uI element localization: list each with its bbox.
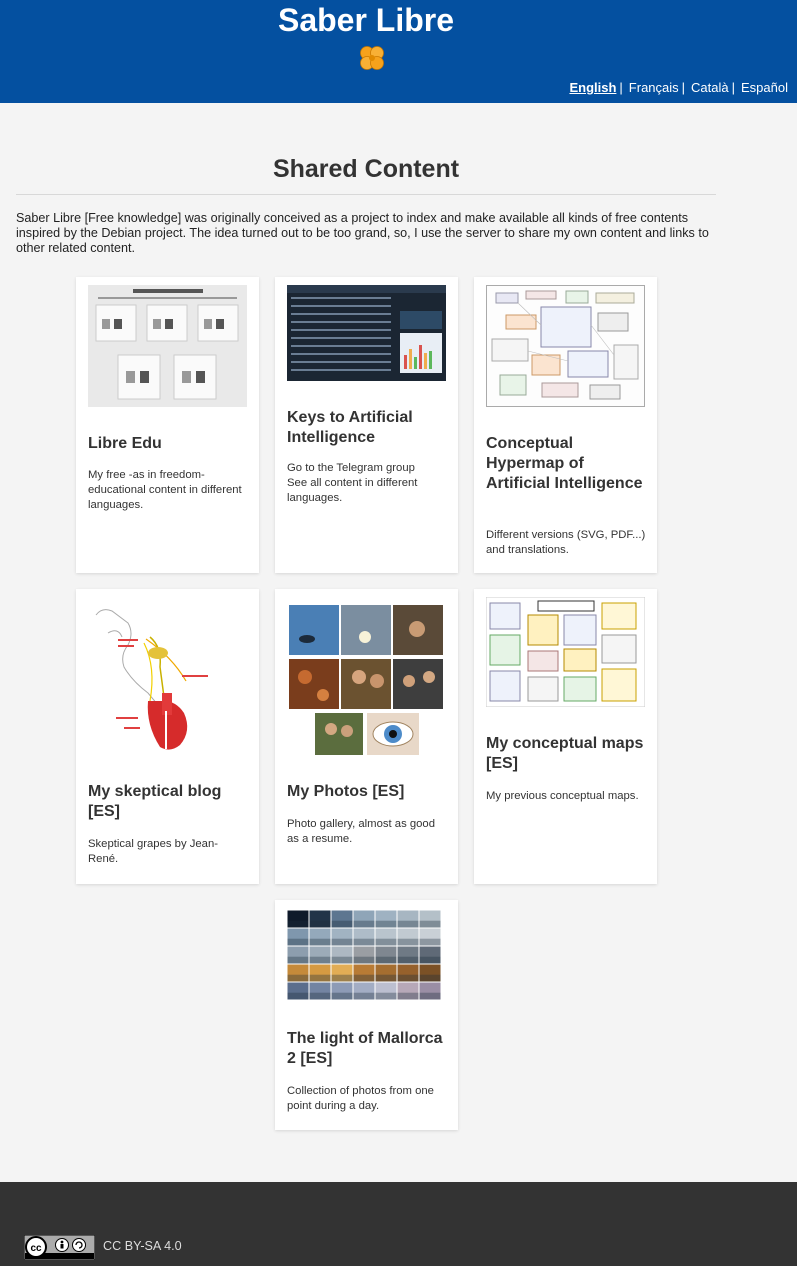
site-title[interactable]: Saber Libre xyxy=(0,2,732,38)
lang-espanol[interactable]: Español xyxy=(741,80,788,95)
card-title[interactable]: Libre Edu xyxy=(88,434,247,454)
site-header: Saber Libre English | Français | Català | Espa… xyxy=(0,0,797,103)
card-conceptual-hypermap-ai[interactable]: Conceptual Hypermap of Artificial Intell… xyxy=(474,277,657,573)
language-switcher: English | Français | Català | Español xyxy=(569,80,788,95)
card-thumbnail[interactable] xyxy=(486,285,645,407)
intro-text: Saber Libre [Free knowledge] was origina… xyxy=(16,211,709,255)
card-title[interactable]: My skeptical blog [ES] xyxy=(88,782,247,822)
card-my-conceptual-maps[interactable]: My conceptual maps [ES] My previous conc… xyxy=(474,589,657,884)
title-divider xyxy=(16,194,716,195)
card-description: My previous conceptual maps. xyxy=(486,790,639,802)
card-description: See all content in different languages. xyxy=(287,477,418,504)
site-footer: cc CC BY-SA 4.0 xyxy=(0,1182,797,1266)
card-skeptical-blog[interactable]: My skeptical blog [ES] Skeptical grapes … xyxy=(76,589,259,884)
lang-francais[interactable]: Français xyxy=(629,80,679,95)
lang-english[interactable]: English xyxy=(569,80,616,95)
card-title[interactable]: My conceptual maps [ES] xyxy=(486,734,645,774)
cc-by-sa-license-icon[interactable]: cc xyxy=(24,1235,95,1260)
card-description: Collection of photos from one point duri… xyxy=(287,1085,434,1112)
card-light-of-mallorca-2[interactable]: The light of Mallorca 2 [ES] Collection … xyxy=(275,900,458,1130)
card-title[interactable]: My Photos [ES] xyxy=(287,782,446,802)
page-title: Shared Content xyxy=(272,155,460,183)
card-my-photos[interactable]: My Photos [ES] Photo gallery, almost as … xyxy=(275,589,458,884)
flower-logo-icon[interactable] xyxy=(359,45,385,71)
card-title[interactable]: The light of Mallorca 2 [ES] xyxy=(287,1029,446,1069)
card-description: Different versions (SVG, PDF...) and tra… xyxy=(486,529,646,556)
card-description: My free -as in freedom- educational cont… xyxy=(88,469,242,511)
card-thumbnail[interactable] xyxy=(88,285,247,407)
card-keys-to-ai[interactable]: Keys to Artificial Intelligence Go to th… xyxy=(275,277,458,573)
lang-catala[interactable]: Català xyxy=(691,80,729,95)
card-title[interactable]: Keys to Artificial Intelligence xyxy=(287,408,446,448)
card-thumbnail[interactable] xyxy=(88,597,247,757)
svg-text:cc: cc xyxy=(30,1243,42,1254)
card-title[interactable]: Conceptual Hypermap of Artificial Intell… xyxy=(486,434,645,494)
photo-grid-image xyxy=(287,908,446,1003)
license-link[interactable]: CC BY-SA 4.0 xyxy=(103,1239,182,1253)
card-description: Skeptical grapes by Jean-René. xyxy=(88,838,218,865)
card-description-telegram-link[interactable]: Go to the Telegram group xyxy=(287,461,447,476)
card-thumbnail[interactable] xyxy=(287,908,446,1003)
card-thumbnail[interactable] xyxy=(287,285,446,381)
card-thumbnail[interactable] xyxy=(486,597,645,707)
card-thumbnail[interactable] xyxy=(287,597,446,755)
card-libre-edu[interactable]: Libre Edu My free -as in freedom- educat… xyxy=(76,277,259,573)
card-description: Photo gallery, almost as good as a resum… xyxy=(287,818,435,845)
